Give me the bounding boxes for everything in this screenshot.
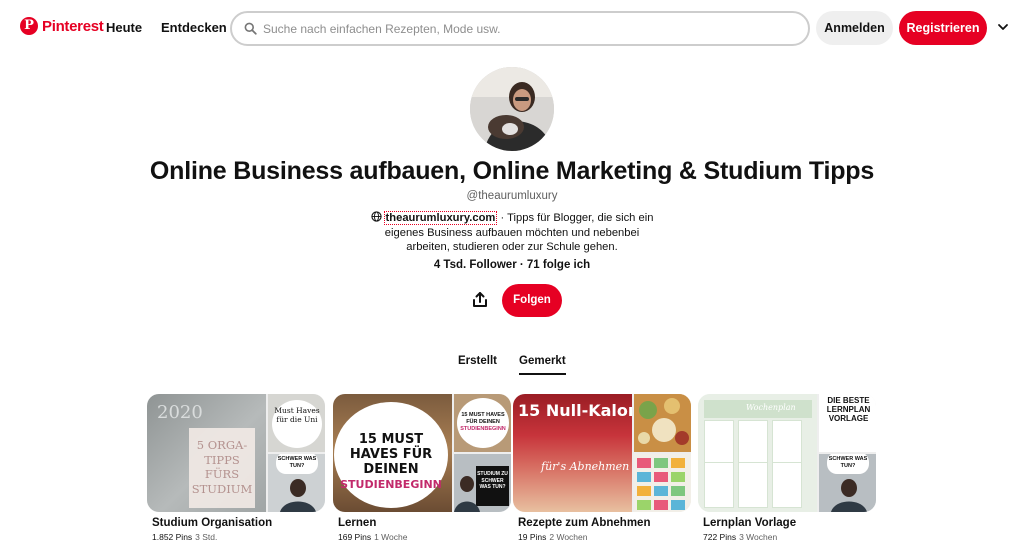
globe-icon xyxy=(370,211,382,222)
register-button[interactable]: Registrieren xyxy=(899,11,987,45)
board-meta: 169 Pins 1 Woche xyxy=(338,532,511,542)
person-image xyxy=(831,479,867,512)
board-updated-time: 3 Std. xyxy=(195,532,218,542)
board-card-lernen[interactable]: 15 MUST HAVES FÜR DEINEN STUDIENBEGINN 1… xyxy=(333,394,511,542)
pinterest-logo[interactable]: P Pinterest xyxy=(20,17,104,35)
tab-erstellt[interactable]: Erstellt xyxy=(458,355,497,367)
board-cover-bottom-image xyxy=(634,454,691,512)
logo-text: Pinterest xyxy=(42,17,104,35)
board-title: Lernen xyxy=(338,517,377,529)
pin-count: 169 Pins xyxy=(338,532,372,542)
board-title: Rezepte zum Abnehmen xyxy=(518,517,651,529)
board-meta: 722 Pins 3 Wochen xyxy=(703,532,876,542)
board-title: Studium Organisation xyxy=(152,517,273,529)
person-image xyxy=(280,479,316,512)
board-cover-main-image: Wochenplan xyxy=(698,394,817,512)
board-meta: 19 Pins 2 Wochen xyxy=(518,532,691,542)
chevron-down-icon[interactable] xyxy=(997,22,1009,32)
board-meta: 1.852 Pins 3 Std. xyxy=(152,532,325,542)
board-cover-top-image: Must Haves für die Uni xyxy=(268,394,325,452)
cover-top-text: DIE BESTE LERNPLAN VORLAGE xyxy=(826,396,871,423)
tab-gemerkt[interactable]: Gemerkt xyxy=(519,355,566,367)
board-updated-time: 1 Woche xyxy=(374,532,408,542)
cover-script-text: für's Abnehmen xyxy=(541,460,630,473)
cover-top-text: 15 MUST HAVES FÜR DEINEN STUDIENBEGINN xyxy=(460,412,506,432)
avatar xyxy=(470,67,554,151)
nav-link-heute[interactable]: Heute xyxy=(106,20,142,35)
board-cover-main-image: 2020 5 ORGA-TIPPS FÜRS STUDIUM xyxy=(147,394,266,512)
profile-name: Online Business aufbauen, Online Marketi… xyxy=(149,157,875,185)
board-cover-main-image: 15 MUST HAVES FÜR DEINEN STUDIENBEGINN xyxy=(333,394,452,512)
website-link[interactable]: theaurumluxury.com xyxy=(383,211,498,225)
infographic-image xyxy=(634,454,691,512)
cover-background-text: 2020 xyxy=(157,402,203,423)
profile-handle: @theaurumluxury xyxy=(466,190,558,202)
board-cover-bottom-image: SCHWER WAS TUN? xyxy=(819,454,876,512)
board-cover-bottom-image: STUDIUM ZU SCHWER WAS TUN? xyxy=(454,454,511,512)
search-bar[interactable] xyxy=(230,11,810,46)
pin-count: 1.852 Pins xyxy=(152,532,193,542)
board-cover[interactable]: 15 Null-Kalor Lebensmitte für's Abnehmen xyxy=(513,394,691,512)
board-card-studium-organisation[interactable]: 2020 5 ORGA-TIPPS FÜRS STUDIUM Must Have… xyxy=(147,394,325,542)
nav-link-entdecken[interactable]: Entdecken xyxy=(161,20,227,35)
board-updated-time: 3 Wochen xyxy=(739,532,778,542)
pin-count: 722 Pins xyxy=(703,532,737,542)
pinterest-logo-icon: P xyxy=(20,17,38,35)
follower-stats[interactable]: 4 Tsd. Follower · 71 folge ich xyxy=(0,259,1024,271)
search-input[interactable] xyxy=(263,21,783,36)
cover-bottom-text: SCHWER WAS TUN? xyxy=(828,456,868,469)
board-cover-bottom-image: SCHWER WAS TUN? xyxy=(268,454,325,512)
active-tab-indicator xyxy=(519,373,566,375)
search-icon xyxy=(244,22,257,35)
board-card-rezepte-zum-abnehmen[interactable]: 15 Null-Kalor Lebensmitte für's Abnehmen xyxy=(513,394,691,542)
board-cover-top-image xyxy=(634,394,691,452)
top-nav-bar: P Pinterest Heute Entdecken Anmelden Reg… xyxy=(0,0,1024,56)
board-cover[interactable]: Wochenplan DIE BESTE LERNPLAN VORLAGE SC… xyxy=(698,394,876,512)
board-updated-time: 2 Wochen xyxy=(549,532,588,542)
avatar-photo xyxy=(470,67,554,151)
profile-bio: theaurumluxury.com · Tipps für Blogger, … xyxy=(362,211,662,255)
share-icon[interactable] xyxy=(470,290,490,310)
cover-bottom-text: SCHWER WAS TUN? xyxy=(277,456,317,469)
board-cover[interactable]: 2020 5 ORGA-TIPPS FÜRS STUDIUM Must Have… xyxy=(147,394,325,512)
cover-overlay-text: 15 MUST HAVES FÜR DEINEN STUDIENBEGINN xyxy=(340,432,442,491)
board-cover-main-image: 15 Null-Kalor Lebensmitte für's Abnehmen xyxy=(513,394,632,512)
login-button[interactable]: Anmelden xyxy=(816,11,893,45)
follow-button[interactable]: Folgen xyxy=(502,284,562,317)
person-image xyxy=(454,476,480,512)
board-cover-top-image: 15 MUST HAVES FÜR DEINEN STUDIENBEGINN xyxy=(454,394,511,452)
board-title: Lernplan Vorlage xyxy=(703,517,797,529)
cover-top-text: Must Haves für die Uni xyxy=(274,406,320,424)
cover-header-text: Wochenplan xyxy=(746,403,796,412)
pin-count: 19 Pins xyxy=(518,532,547,542)
board-card-lernplan-vorlage[interactable]: Wochenplan DIE BESTE LERNPLAN VORLAGE SC… xyxy=(698,394,876,542)
cover-bottom-text: STUDIUM ZU SCHWER WAS TUN? xyxy=(477,471,508,490)
food-image xyxy=(634,394,691,452)
cover-overlay-text: 5 ORGA-TIPPS FÜRS STUDIUM xyxy=(189,428,255,508)
board-cover-top-image: DIE BESTE LERNPLAN VORLAGE xyxy=(819,394,876,452)
cover-overlay-text: 15 Null-Kalor Lebensmitte xyxy=(518,401,632,420)
board-cover[interactable]: 15 MUST HAVES FÜR DEINEN STUDIENBEGINN 1… xyxy=(333,394,511,512)
